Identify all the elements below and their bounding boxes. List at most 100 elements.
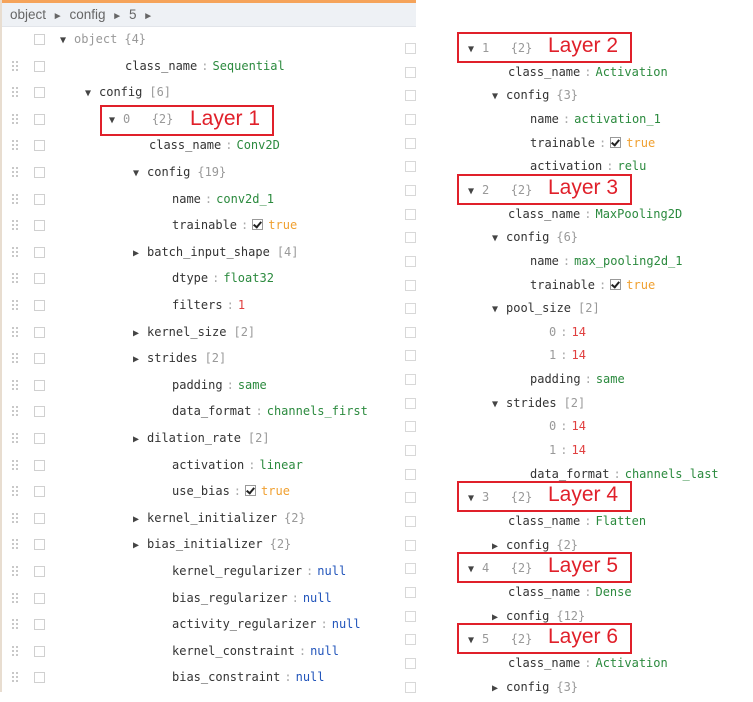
- row-select-checkbox[interactable]: [34, 220, 45, 232]
- property-value[interactable]: Conv2D: [236, 138, 279, 152]
- property-value[interactable]: Dense: [595, 585, 631, 599]
- tree-row[interactable]: ▼ config [6]: [85, 79, 171, 105]
- breadcrumb-item-object[interactable]: object: [10, 7, 46, 22]
- row-select-checkbox[interactable]: [405, 657, 416, 669]
- property-value[interactable]: null: [310, 644, 339, 658]
- row-select-checkbox[interactable]: [405, 516, 416, 527]
- property-value[interactable]: 1: [238, 298, 245, 312]
- breadcrumb-item-5[interactable]: 5: [129, 7, 137, 22]
- tree-row[interactable]: 1:14: [549, 437, 586, 463]
- collapse-toggle-icon[interactable]: ▼: [133, 161, 147, 187]
- property-value[interactable]: Activation: [595, 656, 667, 670]
- row-select-checkbox[interactable]: [405, 586, 416, 598]
- tree-row[interactable]: bias_regularizer: null: [172, 585, 332, 611]
- row-select-checkbox[interactable]: [405, 90, 416, 102]
- drag-handle-icon[interactable]: [12, 406, 20, 418]
- tree-row[interactable]: ▶ strides [2]: [133, 345, 226, 371]
- row-select-checkbox[interactable]: [405, 184, 416, 196]
- row-select-checkbox[interactable]: [34, 113, 45, 125]
- expand-toggle-icon[interactable]: ▶: [133, 427, 147, 453]
- drag-handle-icon[interactable]: [12, 619, 20, 631]
- drag-handle-icon[interactable]: [12, 220, 20, 232]
- property-value[interactable]: null: [317, 564, 346, 578]
- expand-toggle-icon[interactable]: ▶: [133, 507, 147, 533]
- tree-row[interactable]: bias_constraint: null: [172, 664, 325, 690]
- property-value[interactable]: channels_last: [625, 467, 719, 481]
- row-select-checkbox[interactable]: [34, 87, 45, 99]
- property-value[interactable]: float32: [223, 271, 274, 285]
- row-select-checkbox[interactable]: [405, 397, 416, 409]
- property-value[interactable]: max_pooling2d_1: [574, 254, 682, 268]
- row-select-checkbox[interactable]: [34, 433, 45, 444]
- tree-row[interactable]: ▼ config {6}: [492, 224, 578, 250]
- property-value[interactable]: same: [238, 378, 267, 392]
- property-value[interactable]: true: [626, 136, 655, 150]
- row-select-checkbox[interactable]: [34, 406, 45, 418]
- tree-row[interactable]: ▼ strides [2]: [492, 390, 585, 416]
- row-select-checkbox[interactable]: [34, 672, 45, 684]
- row-select-checkbox[interactable]: [34, 34, 45, 45]
- row-select-checkbox[interactable]: [34, 300, 45, 311]
- boolean-checkbox[interactable]: [252, 219, 264, 231]
- property-value[interactable]: null: [296, 670, 325, 684]
- property-value[interactable]: channels_first: [267, 404, 368, 418]
- row-select-checkbox[interactable]: [405, 563, 416, 575]
- row-select-checkbox[interactable]: [405, 232, 416, 244]
- tree-row[interactable]: ▼ pool_size [2]: [492, 295, 600, 321]
- property-value[interactable]: same: [596, 372, 625, 386]
- breadcrumb-item-config[interactable]: config: [69, 7, 105, 22]
- row-select-checkbox[interactable]: [34, 619, 45, 631]
- tree-row[interactable]: dtype: float32: [172, 265, 274, 291]
- boolean-checkbox[interactable]: [610, 278, 622, 290]
- collapse-toggle-icon[interactable]: ▼: [492, 392, 506, 418]
- drag-handle-icon[interactable]: [12, 486, 20, 498]
- property-value[interactable]: true: [268, 218, 297, 232]
- drag-handle-icon[interactable]: [12, 246, 20, 259]
- boolean-checkbox[interactable]: [245, 485, 257, 497]
- tree-row[interactable]: kernel_regularizer: null: [172, 558, 346, 584]
- property-value[interactable]: null: [303, 591, 332, 605]
- row-select-checkbox[interactable]: [405, 66, 416, 78]
- drag-handle-icon[interactable]: [12, 193, 20, 206]
- tree-row[interactable]: ▶ batch_input_shape [4]: [133, 239, 299, 265]
- collapse-toggle-icon[interactable]: ▼: [60, 28, 74, 54]
- drag-handle-icon[interactable]: [12, 433, 20, 445]
- drag-handle-icon[interactable]: [12, 566, 20, 578]
- property-value[interactable]: Flatten: [595, 514, 646, 528]
- tree-row[interactable]: name: max_pooling2d_1: [530, 248, 683, 274]
- tree-row[interactable]: ▶ kernel_initializer {2}: [133, 505, 306, 531]
- expand-toggle-icon[interactable]: ▶: [133, 533, 147, 559]
- row-select-checkbox[interactable]: [34, 273, 45, 285]
- property-value[interactable]: null: [332, 617, 361, 631]
- row-select-checkbox[interactable]: [405, 374, 416, 386]
- tree-row[interactable]: ▶ kernel_size [2]: [133, 319, 255, 345]
- expand-toggle-icon[interactable]: ▶: [133, 241, 147, 267]
- tree-row[interactable]: activity_regularizer: null: [172, 611, 361, 637]
- row-select-checkbox[interactable]: [405, 161, 416, 173]
- row-select-checkbox[interactable]: [34, 60, 45, 72]
- row-select-checkbox[interactable]: [34, 539, 45, 551]
- row-select-checkbox[interactable]: [34, 645, 45, 657]
- row-select-checkbox[interactable]: [405, 137, 416, 149]
- tree-row[interactable]: padding: same: [530, 366, 625, 392]
- tree-row[interactable]: trainable: true: [172, 212, 297, 238]
- property-value[interactable]: linear: [259, 458, 302, 472]
- drag-handle-icon[interactable]: [12, 300, 20, 312]
- drag-handle-icon[interactable]: [12, 539, 20, 551]
- row-select-checkbox[interactable]: [34, 353, 45, 365]
- tree-row[interactable]: class_name: Conv2D: [149, 132, 280, 158]
- property-value[interactable]: 14: [571, 325, 585, 339]
- row-select-checkbox[interactable]: [405, 326, 416, 338]
- property-value[interactable]: 14: [571, 443, 585, 457]
- collapse-toggle-icon[interactable]: ▼: [492, 226, 506, 252]
- row-select-checkbox[interactable]: [405, 468, 416, 480]
- property-value[interactable]: 14: [571, 348, 585, 362]
- row-select-checkbox[interactable]: [34, 592, 45, 604]
- row-select-checkbox[interactable]: [34, 379, 45, 391]
- row-select-checkbox[interactable]: [405, 208, 416, 220]
- row-select-checkbox[interactable]: [405, 681, 416, 693]
- tree-row[interactable]: ▶ bias_initializer {2}: [133, 531, 291, 557]
- drag-handle-icon[interactable]: [12, 645, 20, 658]
- property-value[interactable]: true: [626, 278, 655, 292]
- property-value[interactable]: MaxPooling2D: [595, 207, 682, 221]
